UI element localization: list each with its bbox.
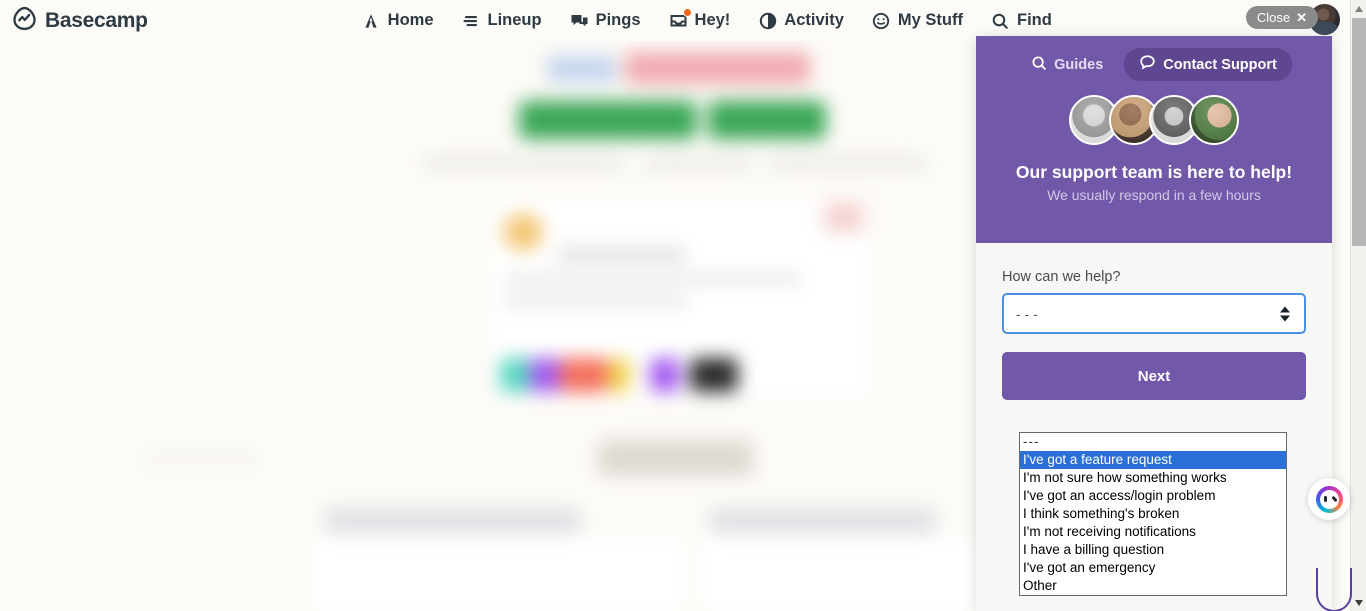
dropdown-option[interactable]: Other <box>1020 577 1286 595</box>
brand-home-link[interactable]: Basecamp <box>11 5 148 37</box>
assistant-launcher-button[interactable] <box>1308 478 1350 520</box>
assistant-panel-edge <box>1316 568 1352 611</box>
next-button[interactable]: Next <box>1002 352 1306 400</box>
search-magnifier-icon <box>991 11 1010 30</box>
dropdown-option[interactable]: I'm not receiving notifications <box>1020 523 1286 541</box>
help-topic-dropdown-list[interactable]: --- I've got a feature request I'm not s… <box>1019 432 1287 596</box>
nav-item-hey[interactable]: Hey! <box>669 8 731 30</box>
close-x-icon: ✕ <box>1296 10 1307 25</box>
updown-spinner-icon <box>1280 306 1290 321</box>
half-circle-icon <box>758 11 777 30</box>
dropdown-option[interactable]: I think something's broken <box>1020 505 1286 523</box>
inbox-tray-icon <box>669 8 692 30</box>
scroll-up-arrow-icon[interactable] <box>1351 0 1366 17</box>
nav-item-lineup[interactable]: Lineup <box>462 11 542 30</box>
close-support-panel-button[interactable]: Close ✕ <box>1245 6 1318 29</box>
assistant-orb-icon <box>1315 485 1343 513</box>
dropdown-option[interactable]: I have a billing question <box>1020 541 1286 559</box>
nav-label-my-stuff: My Stuff <box>897 11 963 29</box>
lineup-bars-icon <box>462 11 481 30</box>
scroll-down-arrow-icon[interactable] <box>1351 594 1366 611</box>
nav-label-hey: Hey! <box>694 11 731 29</box>
help-topic-label: How can we help? <box>1002 269 1121 285</box>
nav-label-home: Home <box>387 11 434 29</box>
screen-root: nd Basecamp Home <box>0 0 1366 611</box>
tab-guides[interactable]: Guides <box>1016 49 1118 81</box>
nav-item-pings[interactable]: Pings <box>570 11 641 30</box>
tab-contact-support-label: Contact Support <box>1163 56 1277 73</box>
nav-label-pings: Pings <box>595 11 641 29</box>
help-topic-select-value: - - - <box>1016 305 1038 322</box>
smiley-face-icon <box>872 11 891 30</box>
home-tent-icon <box>362 11 381 30</box>
speech-bubble-icon <box>1139 54 1156 75</box>
tab-guides-label: Guides <box>1054 56 1104 73</box>
nav-items: Home Lineup Pings Hey! Activity My Stuff… <box>362 8 1052 30</box>
support-subheadline: We usually respond in a few hours <box>1047 187 1261 203</box>
support-panel-form: How can we help? - - - Next <box>976 243 1332 400</box>
nav-item-find[interactable]: Find <box>991 11 1052 30</box>
nav-label-lineup: Lineup <box>487 11 542 29</box>
support-panel-tabs: Guides Contact Support <box>976 36 1332 81</box>
support-team-avatars <box>976 95 1332 145</box>
search-magnifier-icon <box>1031 55 1047 75</box>
nav-item-activity[interactable]: Activity <box>758 11 844 30</box>
nav-item-my-stuff[interactable]: My Stuff <box>872 11 963 30</box>
scrollbar-thumb[interactable] <box>1352 18 1366 246</box>
support-agent-avatar-4 <box>1189 95 1239 145</box>
chat-bubbles-icon <box>570 11 589 30</box>
dropdown-option[interactable]: I've got an emergency <box>1020 559 1286 577</box>
hey-unread-badge <box>682 8 692 17</box>
brand-name: Basecamp <box>45 8 148 32</box>
basecamp-logo-icon <box>11 5 38 37</box>
close-button-label: Close <box>1256 10 1291 25</box>
page-scrollbar[interactable] <box>1350 0 1366 611</box>
nav-label-activity: Activity <box>784 11 844 29</box>
nav-label-find: Find <box>1016 11 1052 29</box>
dropdown-option[interactable]: I've got an access/login problem <box>1020 487 1286 505</box>
help-topic-select[interactable]: - - - <box>1002 293 1306 334</box>
nav-item-home[interactable]: Home <box>362 11 434 30</box>
support-panel-header: Guides Contact Support Our support team … <box>976 36 1332 243</box>
support-headline: Our support team is here to help! <box>1015 162 1293 182</box>
tab-contact-support[interactable]: Contact Support <box>1124 48 1292 81</box>
dropdown-option[interactable]: I've got a feature request <box>1020 451 1286 469</box>
dropdown-option[interactable]: I'm not sure how something works <box>1020 469 1286 487</box>
dropdown-option[interactable]: --- <box>1020 433 1286 451</box>
top-navigation-bar: Basecamp Home Lineup Pings Hey! Activity… <box>0 0 1366 41</box>
